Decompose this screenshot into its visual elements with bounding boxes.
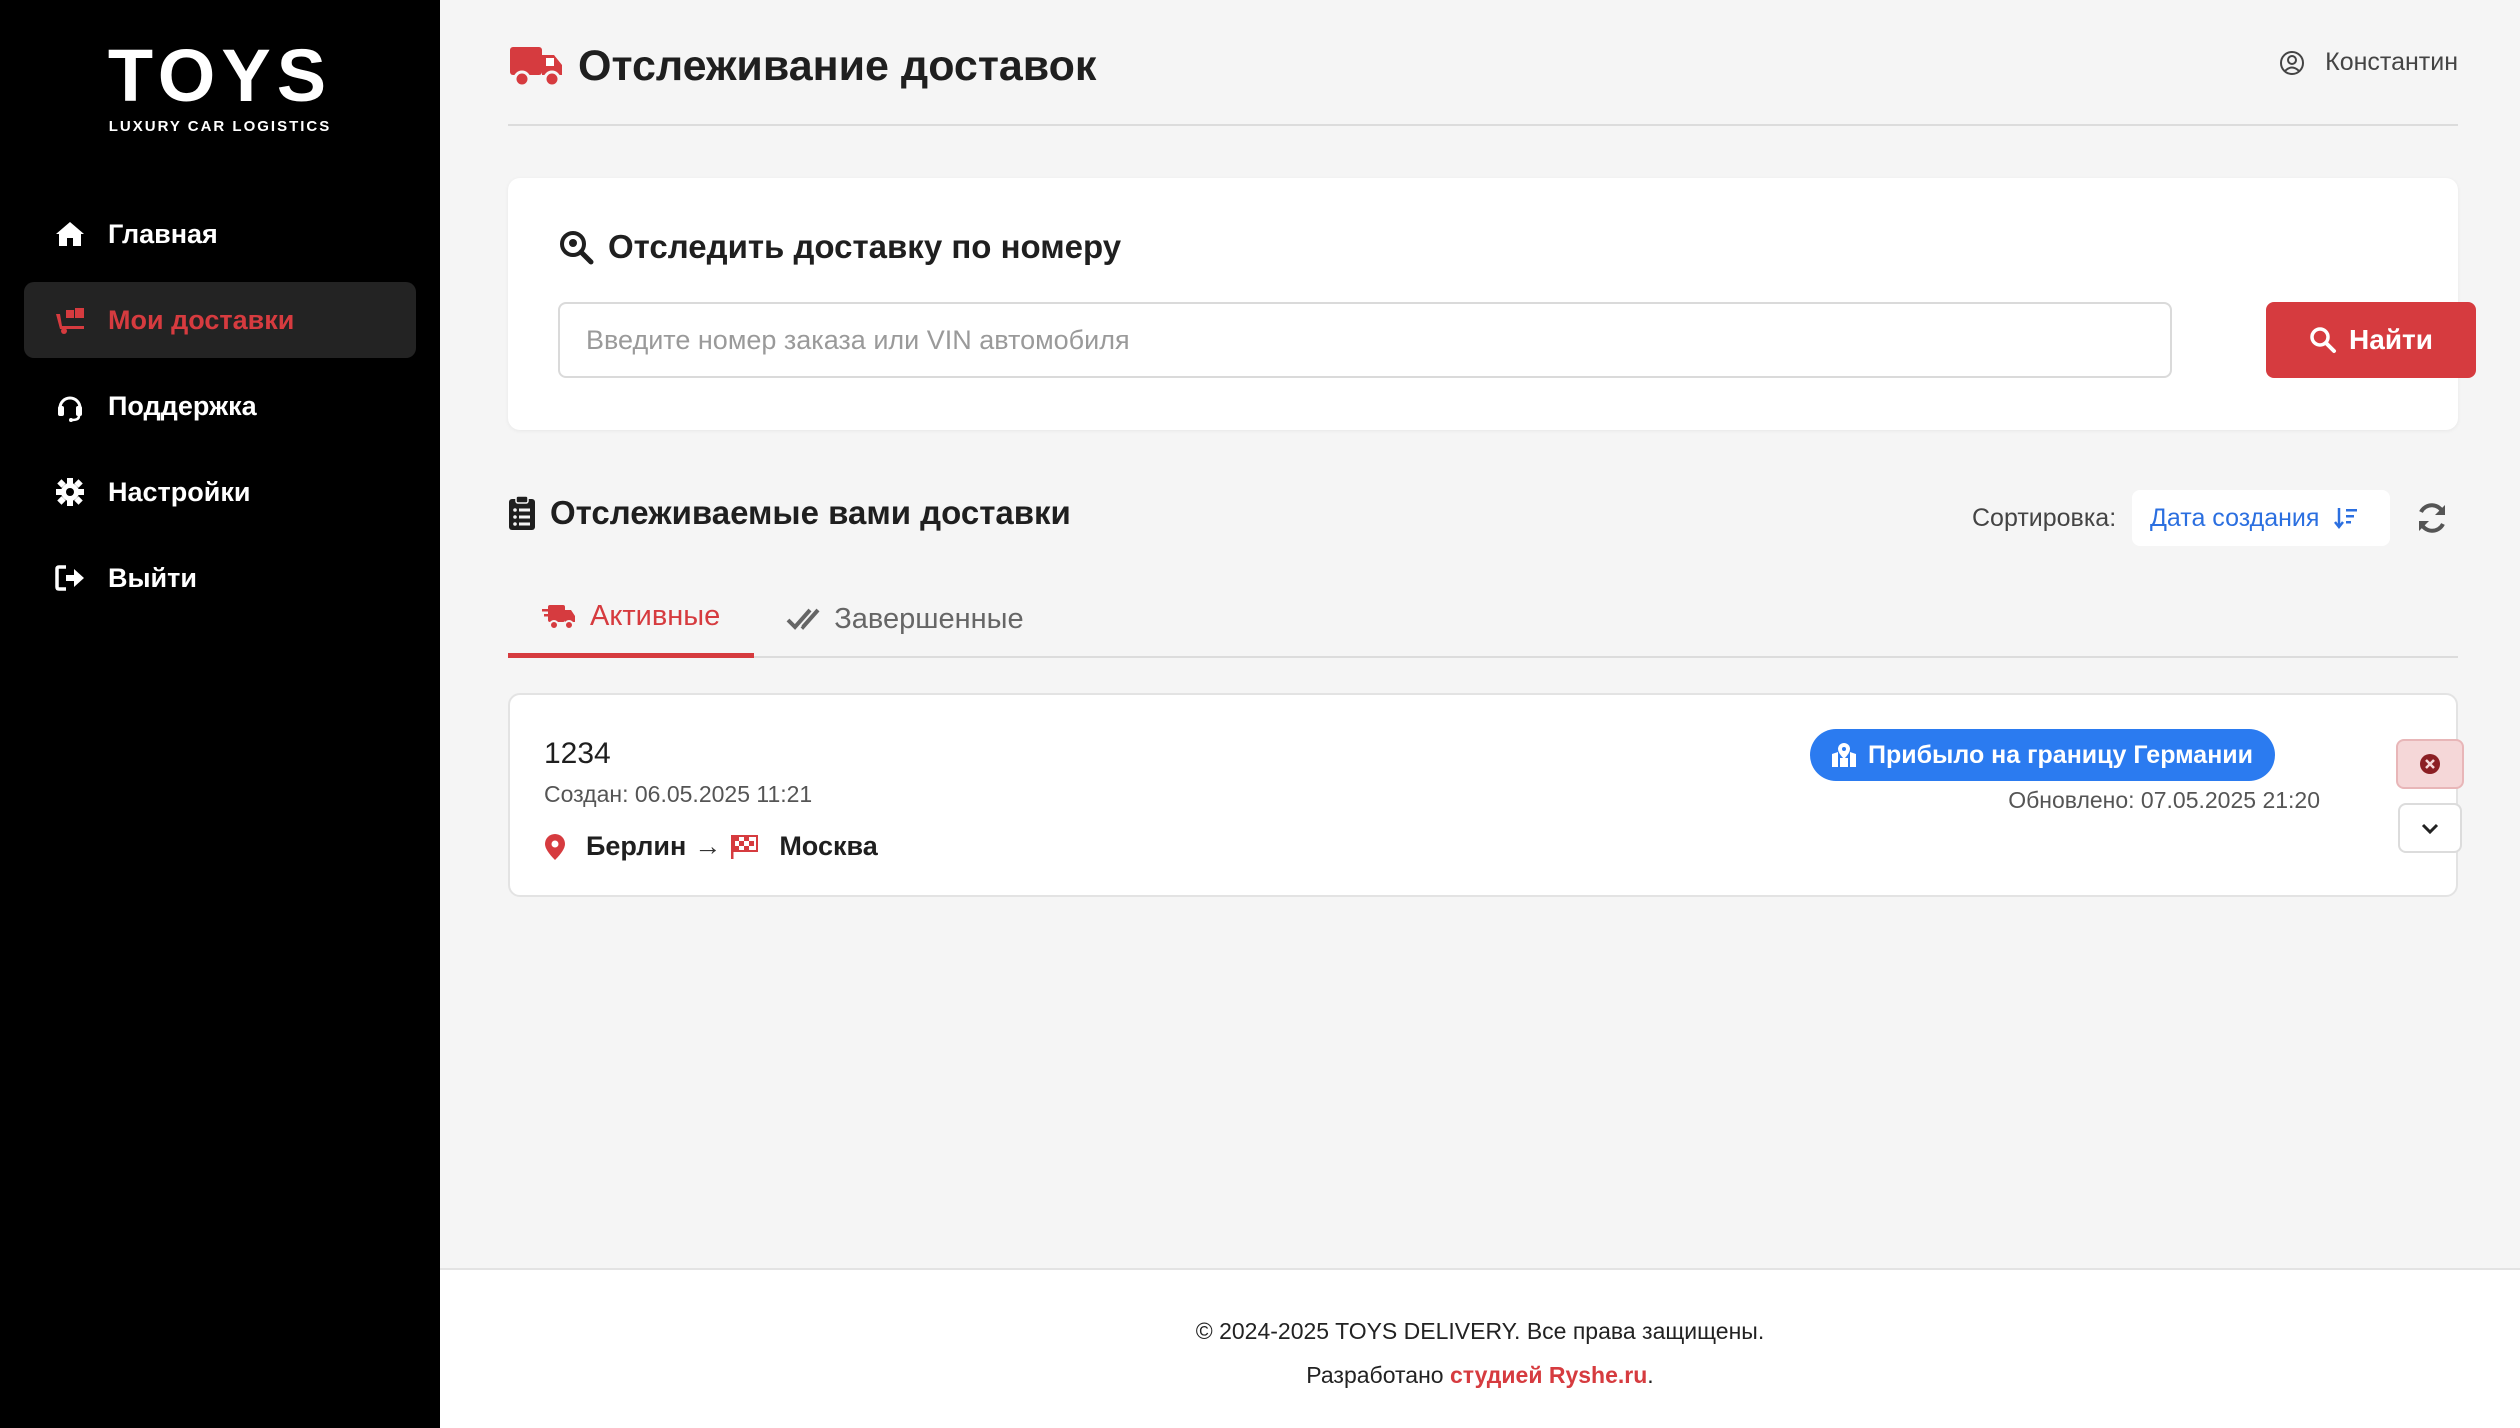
footer-developed: Разработано студией Ryshe.ru.: [440, 1362, 2520, 1389]
map-location-icon: [1832, 743, 1856, 767]
deliveries-section-title: Отслеживаемые вами доставки: [508, 494, 1071, 532]
route-destination: Москва: [779, 831, 878, 861]
footer-developed-suffix: .: [1647, 1362, 1654, 1388]
route-arrow: →: [694, 831, 722, 861]
sidebar-item-label: Выйти: [108, 562, 197, 593]
truck-icon: [510, 47, 562, 88]
status-text: Прибыло на границу Германии: [1868, 740, 2254, 769]
logout-icon: [55, 565, 84, 591]
double-check-icon: [786, 608, 820, 630]
search-card: Отследить доставку по номеру Найти: [508, 178, 2476, 430]
user-name: Константин: [2325, 48, 2458, 76]
footer-developer-link[interactable]: студией Ryshe.ru: [1450, 1362, 1647, 1388]
user-circle-icon: [2280, 50, 2305, 75]
sidebar: TOYS LUXURY CAR LOGISTICS Главная Мои до…: [0, 0, 440, 1428]
gear-icon: [56, 478, 84, 506]
sort-label: Сортировка:: [1972, 504, 2117, 532]
footer-copyright: © 2024-2025 TOYS DELIVERY. Все права защ…: [1195, 1318, 1765, 1344]
refresh-button[interactable]: [2412, 498, 2452, 538]
sidebar-item-home[interactable]: Главная: [24, 196, 416, 272]
page-header: Отслеживание доставок Константин: [508, 30, 2458, 126]
tab-label: Завершенные: [834, 602, 1024, 635]
search-button[interactable]: Найти: [2266, 302, 2476, 378]
footer: © 2024-2025 TOYS DELIVERY. Все права защ…: [440, 1268, 2520, 1428]
delivery-card[interactable]: 1234 Создан: 06.05.2025 11:21 Берлин → М…: [508, 693, 2464, 897]
search-location-icon: [560, 231, 594, 265]
home-icon: [56, 222, 84, 246]
cancel-tracking-button[interactable]: [2396, 739, 2464, 789]
deliveries-tabs: Активные Завершенные: [508, 580, 2458, 658]
sidebar-item-label: Поддержка: [108, 390, 257, 421]
sidebar-item-my-deliveries[interactable]: Мои доставки: [24, 282, 416, 358]
tab-active[interactable]: Активные: [508, 580, 755, 658]
map-marker-icon: [545, 833, 565, 860]
sidebar-item-logout[interactable]: Выйти: [24, 540, 416, 616]
sidebar-nav: Главная Мои доставки Поддержка Настройки…: [24, 196, 416, 626]
clipboard-list-icon: [509, 495, 535, 530]
expand-button[interactable]: [2398, 803, 2462, 853]
status-badge: Прибыло на границу Германии: [1810, 729, 2276, 781]
headset-icon: [58, 396, 82, 422]
search-title-text: Отследить доставку по номеру: [608, 228, 1122, 265]
sidebar-item-label: Мои доставки: [108, 304, 295, 335]
page-title: Отслеживание доставок: [578, 41, 1097, 90]
tab-completed[interactable]: Завершенные: [754, 580, 1057, 658]
refresh-icon: [2419, 503, 2445, 533]
search-icon: [2310, 327, 2337, 353]
search-input[interactable]: [558, 302, 2172, 378]
checkered-flag-icon: [731, 834, 759, 859]
search-button-label: Найти: [2349, 324, 2433, 355]
route-origin: Берлин: [586, 831, 687, 861]
tab-label: Активные: [590, 600, 721, 632]
order-id: 1234: [544, 737, 611, 770]
main-content: Отслеживание доставок Константин Отследи…: [440, 0, 2520, 1268]
logo-text: TOYS: [107, 34, 333, 117]
sidebar-item-support[interactable]: Поддержка: [24, 368, 416, 444]
logo-subtitle: LUXURY CAR LOGISTICS: [108, 118, 332, 135]
deliveries-section-title-text: Отслеживаемые вами доставки: [550, 494, 1071, 531]
sidebar-item-label: Настройки: [108, 476, 251, 507]
sort-dropdown[interactable]: Дата создания: [2132, 490, 2390, 546]
close-circle-icon: [2420, 754, 2440, 774]
chevron-down-icon: [2421, 823, 2439, 835]
truck-fast-icon: [542, 604, 575, 630]
order-created-date: Создан: 06.05.2025 11:21: [544, 781, 813, 807]
user-menu[interactable]: Константин: [2279, 48, 2458, 77]
sidebar-item-settings[interactable]: Настройки: [24, 454, 416, 530]
updated-date: Обновлено: 07.05.2025 21:20: [2008, 787, 2320, 813]
search-title: Отследить доставку по номеру: [558, 228, 1121, 266]
truck-loading-icon: [56, 308, 84, 334]
sort-amount-down-icon: [2334, 508, 2358, 530]
logo[interactable]: TOYS LUXURY CAR LOGISTICS: [0, 34, 440, 136]
sidebar-item-label: Главная: [108, 218, 218, 249]
route: Берлин → Москва: [544, 831, 878, 862]
footer-developed-prefix: Разработано: [1306, 1362, 1450, 1388]
sort-value: Дата создания: [2150, 503, 2320, 532]
